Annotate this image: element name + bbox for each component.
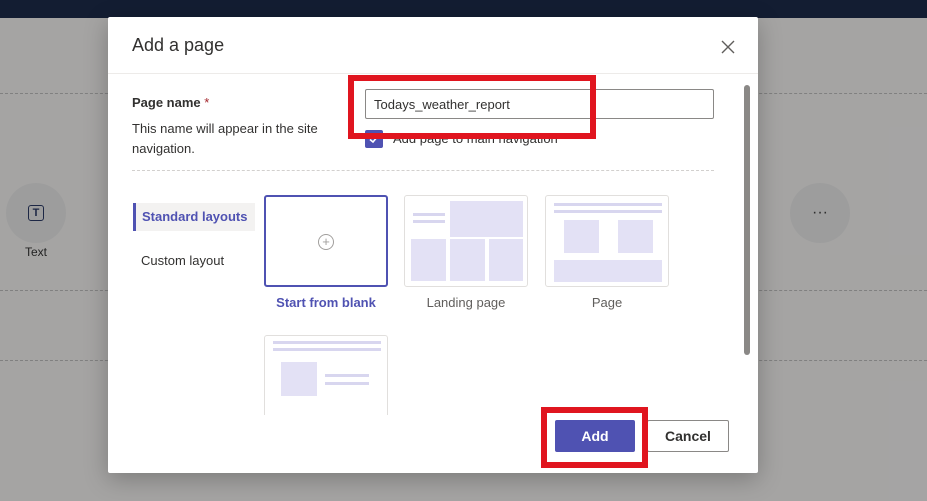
- add-to-nav-checkbox[interactable]: [365, 130, 383, 148]
- add-circle-icon: +: [318, 234, 334, 250]
- layout-preview-block: [564, 220, 599, 253]
- layout-preview-block: [554, 260, 662, 282]
- layout-label-page: Page: [591, 295, 623, 310]
- layout-preview-line: [273, 341, 381, 344]
- layout-label-blank: Start from blank: [276, 295, 376, 310]
- layout-card-blank[interactable]: +: [264, 195, 388, 287]
- layout-preview-line: [273, 348, 381, 351]
- layout-preview-block: [411, 239, 446, 281]
- layout-preview-line: [413, 213, 445, 216]
- close-button[interactable]: [718, 37, 738, 57]
- required-marker: *: [204, 95, 210, 110]
- layout-preview-block: [618, 220, 653, 253]
- add-to-nav-label: Add page to main navigation: [393, 131, 558, 146]
- layout-preview-block: [450, 201, 523, 237]
- sidebar-item-custom-layout[interactable]: Custom layout: [141, 253, 224, 268]
- layout-card-page[interactable]: [545, 195, 669, 287]
- layout-preview-block: [281, 362, 317, 396]
- layout-preview-block: [489, 239, 523, 281]
- page-name-input[interactable]: [365, 89, 714, 119]
- layout-card-more[interactable]: [264, 335, 388, 415]
- cancel-button[interactable]: Cancel: [647, 420, 729, 452]
- layout-preview-line: [325, 374, 369, 377]
- sidebar-item-standard-layouts[interactable]: Standard layouts: [133, 203, 255, 231]
- layout-preview-line: [325, 382, 369, 385]
- checkmark-icon: [369, 135, 379, 144]
- dialog-scrollbar[interactable]: [744, 85, 750, 355]
- close-icon: [721, 40, 735, 54]
- layout-label-landing: Landing page: [426, 295, 506, 310]
- add-button[interactable]: Add: [555, 420, 635, 452]
- layout-preview-line: [413, 220, 445, 223]
- section-divider: [132, 170, 714, 171]
- page-name-help-text: This name will appear in the site naviga…: [132, 121, 318, 156]
- add-page-dialog: Add a page Page name * This name will ap…: [108, 17, 758, 473]
- layout-preview-line: [554, 210, 662, 213]
- layout-card-landing[interactable]: [404, 195, 528, 287]
- page-name-label: Page name *: [132, 95, 210, 110]
- dialog-title: Add a page: [132, 35, 225, 55]
- layout-preview-block: [450, 239, 485, 281]
- header-divider: [108, 73, 758, 74]
- layout-preview-line: [554, 203, 662, 206]
